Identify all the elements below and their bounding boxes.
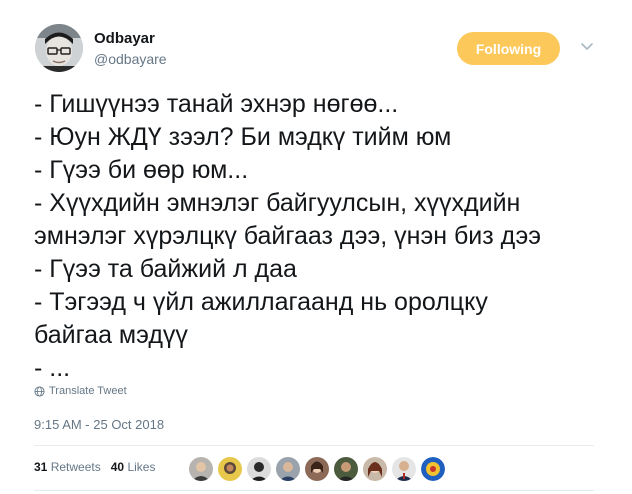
tweet-line: эмнэлэг хүрэлцкү байгааз дээ, үнэн биз д… <box>34 222 542 250</box>
liker-avatar-5-icon <box>305 457 329 481</box>
translate-tweet-link[interactable]: Translate Tweet <box>34 385 127 397</box>
divider <box>34 490 594 491</box>
tweet-line: - Юун ЖДҮ зээл? Би мэдкү тийм юм <box>34 123 452 151</box>
retweets-count: 31 <box>34 460 48 474</box>
liker-avatar[interactable] <box>363 457 387 481</box>
liker-avatar[interactable] <box>276 457 300 481</box>
liker-avatar-2-icon <box>218 457 242 481</box>
tweet-timestamp[interactable]: 9:15 AM - 25 Oct 2018 <box>34 417 164 432</box>
liker-avatar-6-icon <box>334 457 358 481</box>
tweet-stats: 31 Retweets 40 Likes <box>34 460 155 474</box>
tweet-line: - ... <box>34 354 71 382</box>
likes-count: 40 <box>110 460 125 474</box>
tweet-text: - Гишүүнээ танай эхнэр нөгөө... - Юун ЖД… <box>34 88 604 385</box>
liker-avatar-3-icon <box>247 457 271 481</box>
liker-avatar-4-icon <box>276 457 300 481</box>
following-button[interactable]: Following <box>457 32 560 65</box>
liker-avatar[interactable] <box>392 457 416 481</box>
author-handle[interactable]: @odbayare <box>94 51 167 67</box>
retweets-label: Retweets <box>50 460 101 474</box>
tweet-line: - Хүүхдийн эмнэлэг байгуулсын, хүүхдийн <box>34 189 521 217</box>
retweets-stat[interactable]: 31 Retweets <box>34 460 101 474</box>
user-avatar-icon <box>35 24 83 72</box>
tweet-line: - Гишүүнээ танай эхнэр нөгөө... <box>34 90 399 118</box>
author-display-name[interactable]: Odbayar <box>94 30 155 47</box>
divider <box>34 445 594 446</box>
liker-avatar-9-icon <box>421 457 445 481</box>
liker-avatar[interactable] <box>218 457 242 481</box>
tweet-line: - Гүээ би өөр юм... <box>34 156 249 184</box>
likes-stat[interactable]: 40 Likes <box>111 460 156 474</box>
liker-avatar[interactable] <box>305 457 329 481</box>
liker-avatar-1-icon <box>189 457 213 481</box>
liker-avatar[interactable] <box>334 457 358 481</box>
likes-label: Likes <box>127 460 156 474</box>
tweet-line: - Тэгээд ч үйл ажиллагаанд нь оролцку <box>34 288 488 316</box>
author-avatar[interactable] <box>35 24 83 72</box>
translate-tweet-label: Translate Tweet <box>49 385 127 397</box>
tweet-line: байгаа мэдүү <box>34 321 188 349</box>
tweet-line: - Гүээ та байжий л даа <box>34 255 297 283</box>
globe-icon <box>34 385 45 397</box>
liker-avatar[interactable] <box>421 457 445 481</box>
liker-avatar-7-icon <box>363 457 387 481</box>
liker-avatar[interactable] <box>247 457 271 481</box>
liker-avatar[interactable] <box>189 457 213 481</box>
liker-avatar-8-icon <box>392 457 416 481</box>
chevron-down-icon[interactable] <box>580 42 594 52</box>
likers-avatars <box>189 457 445 481</box>
